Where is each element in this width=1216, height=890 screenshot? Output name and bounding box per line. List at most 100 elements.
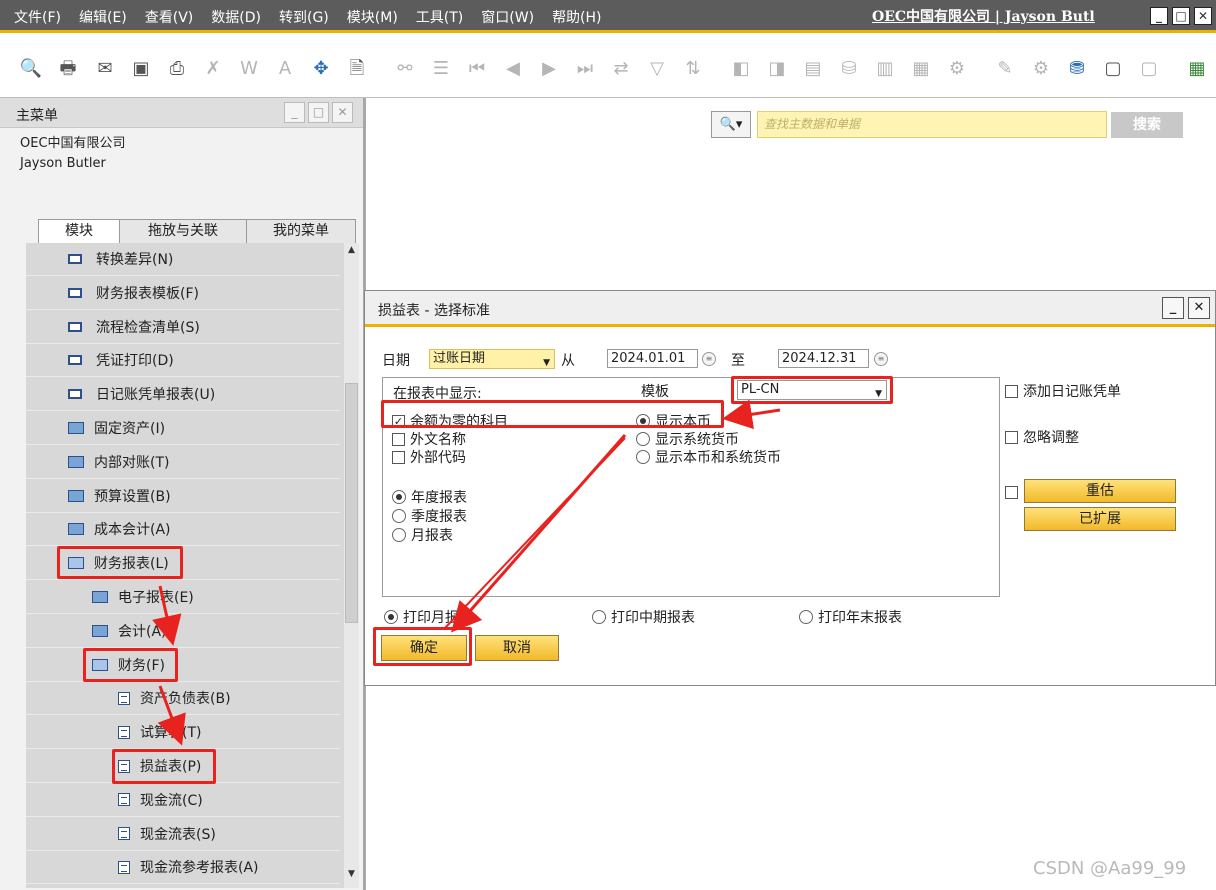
both-currency-radio[interactable]: 显示本币和系统货币 [636,447,781,467]
preview-icon[interactable]: 🔍 [18,56,44,82]
menu-help[interactable]: 帮助(H) [552,7,601,27]
message-icon[interactable]: ▢ [1100,56,1126,82]
cancel-button[interactable]: 取消 [475,635,559,661]
search-button[interactable]: 搜索 [1111,112,1183,138]
form-settings-icon[interactable]: ⚙ [1028,56,1054,82]
minimize-icon[interactable]: _ [1162,297,1184,319]
minimize-icon[interactable]: _ [1150,7,1168,25]
filter-icon[interactable]: ▽ [644,56,670,82]
minimize-icon[interactable]: _ [284,102,305,123]
tree-item[interactable]: 电子报表(E) [26,581,340,614]
lock-screen-icon[interactable]: 🗎 [344,56,370,82]
base-document-icon[interactable]: ◧ [728,56,754,82]
maximize-icon[interactable]: □ [308,102,329,123]
launch-app-icon[interactable]: ✥ [308,56,334,82]
checkbox-box[interactable] [1005,486,1018,499]
tab-modules[interactable]: 模块 [38,219,120,243]
tree-item[interactable]: 固定资产(I) [26,412,340,445]
fax-icon[interactable]: ⎙ [164,56,190,82]
alerts-icon[interactable]: ▢ [1136,56,1162,82]
maximize-icon[interactable]: □ [1172,7,1190,25]
export-pdf-icon[interactable]: A [272,56,298,82]
payment-icon[interactable]: ⛁ [836,56,862,82]
tree-item[interactable]: 资产负债表(B) [26,682,340,716]
edit-icon[interactable]: ✎ [992,56,1018,82]
menu-file[interactable]: 文件(F) [14,7,61,27]
journal-icon[interactable]: ▤ [800,56,826,82]
checkbox-box[interactable] [1005,430,1018,444]
search-input[interactable]: 查找主数据和单据 [757,111,1107,138]
target-document-icon[interactable]: ◨ [764,56,790,82]
menu-window[interactable]: 窗口(W) [481,7,534,27]
radio-button[interactable] [384,610,398,624]
scroll-up-icon[interactable]: ▲ [344,245,359,260]
add-journal-checkbox[interactable]: 添加日记账凭单 [1005,381,1121,401]
radio-button[interactable] [392,490,406,504]
last-record-icon[interactable]: ⏭ [572,56,598,82]
menu-goto[interactable]: 转到(G) [279,7,329,27]
sort-icon[interactable]: ⇅ [680,56,706,82]
tree-item[interactable]: 成本会计(A) [26,513,340,547]
tree-item[interactable]: 财务(F) [26,649,340,682]
gross-profit-icon[interactable]: ▥ [872,56,898,82]
menu-data[interactable]: 数据(D) [211,7,261,27]
close-icon[interactable]: ✕ [1188,297,1210,319]
from-date-field[interactable]: 2024.01.01 [607,349,698,368]
from-date-picker-icon[interactable]: ≡ [702,352,716,366]
menu-modules[interactable]: 模块(M) [347,7,398,27]
scroll-down-icon[interactable]: ▼ [344,869,359,884]
close-icon[interactable]: ✕ [1194,7,1212,25]
search-icon[interactable]: 🔍▾ [711,111,751,138]
email-icon[interactable]: ✉ [92,56,118,82]
tree-item[interactable]: 现金流(C) [26,784,340,817]
revalue-button[interactable]: 重估 [1024,479,1176,503]
quarterly-report-radio[interactable]: 季度报表 [392,506,467,526]
tree-item[interactable]: 现金流表(S) [26,818,340,851]
sms-icon[interactable]: ▣ [128,56,154,82]
radio-button[interactable] [636,450,650,464]
checkbox-box[interactable] [392,450,405,464]
tree-item[interactable]: 凭证打印(D) [26,344,340,378]
find-icon[interactable]: ⚯ [392,56,418,82]
volume-icon[interactable]: ▦ [908,56,934,82]
tree-item[interactable]: 财务报表模板(F) [26,277,340,310]
print-icon[interactable]: 🖶 [55,56,81,82]
print-yearend-radio[interactable]: 打印年末报表 [799,607,902,627]
add-icon[interactable]: ☰ [428,56,454,82]
menu-edit[interactable]: 编辑(E) [79,7,127,27]
tree-item[interactable]: 会计(A) [26,615,340,648]
previous-record-icon[interactable]: ◀ [500,56,526,82]
tree-scrollbar[interactable]: ▲ ▼ [344,243,359,888]
menu-tools[interactable]: 工具(T) [416,7,463,27]
to-date-field[interactable]: 2024.12.31 [778,349,869,368]
first-record-icon[interactable]: ⏮ [464,56,490,82]
ignore-adjust-checkbox[interactable]: 忽略调整 [1005,427,1079,447]
menu-view[interactable]: 查看(V) [145,7,194,27]
calendar-icon[interactable]: ▦ [1184,56,1210,82]
date-type-select[interactable]: 过账日期 ▼ [429,349,555,369]
radio-button[interactable] [592,610,606,624]
checkbox-box[interactable] [392,432,405,446]
export-word-icon[interactable]: W [236,56,262,82]
refresh-icon[interactable]: ⇄ [608,56,634,82]
to-date-picker-icon[interactable]: ≡ [874,352,888,366]
expanded-button[interactable]: 已扩展 [1024,507,1176,531]
tree-item[interactable]: 流程检查清单(S) [26,311,340,344]
radio-button[interactable] [636,432,650,446]
tree-item[interactable]: 转换差异(N) [26,243,340,276]
scroll-thumb[interactable] [345,383,358,623]
radio-button[interactable] [392,509,406,523]
external-code-checkbox[interactable]: 外部代码 [392,447,466,467]
next-record-icon[interactable]: ▶ [536,56,562,82]
radio-button[interactable] [799,610,813,624]
foreign-name-checkbox[interactable]: 外文名称 [392,429,466,449]
tree-item[interactable]: 内部对账(T) [26,446,340,479]
data-icon[interactable]: ⛃ [1064,56,1090,82]
tab-drag-relate[interactable]: 拖放与关联 [119,219,247,243]
tree-item[interactable]: 现金流参考报表(A) [26,851,340,885]
export-excel-icon[interactable]: ✗ [200,56,226,82]
radio-button[interactable] [392,528,406,542]
monthly-report-radio[interactable]: 月报表 [392,525,453,545]
close-icon[interactable]: ✕ [332,102,353,123]
print-interim-radio[interactable]: 打印中期报表 [592,607,695,627]
